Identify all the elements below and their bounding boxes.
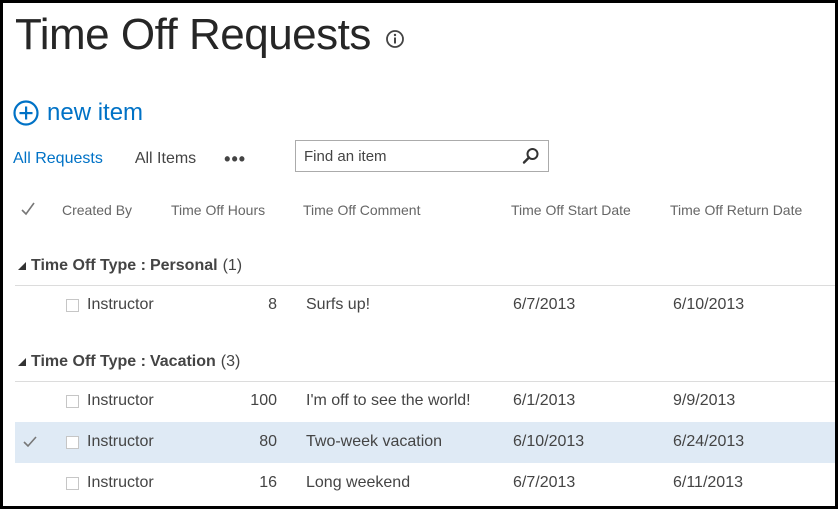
group-value: Vacation: [149, 353, 216, 370]
cell-created-by: Instructor: [87, 392, 154, 409]
cell-comment[interactable]: Long weekend: [306, 474, 410, 492]
page-title: Time Off Requests: [15, 10, 371, 59]
group-count: (1): [222, 257, 243, 274]
view-all-items[interactable]: All Items: [135, 150, 196, 168]
cell-comment[interactable]: Two-week vacation: [306, 433, 442, 451]
list-row[interactable]: Instructor 8 Surfs up! 6/7/2013 6/10/201…: [15, 285, 835, 326]
cell-start-date: 6/7/2013: [513, 296, 576, 313]
group-label: Time Off Type :: [31, 353, 146, 370]
more-views-button[interactable]: •••: [224, 149, 246, 170]
row-selected-checkmark-icon[interactable]: [23, 436, 37, 448]
group-header-personal[interactable]: Time Off Type : Personal (1): [15, 251, 835, 286]
cell-created-by: Instructor: [87, 433, 154, 450]
column-header-time-off-hours[interactable]: Time Off Hours: [171, 202, 265, 218]
new-item-button[interactable]: new item: [13, 98, 143, 128]
search-input[interactable]: [304, 147, 514, 165]
cell-start-date: 6/1/2013: [513, 392, 576, 409]
search-box: [295, 140, 549, 172]
cell-return-date: 6/10/2013: [673, 296, 745, 313]
cell-return-date: 6/11/2013: [673, 474, 743, 491]
triangle-collapse-icon[interactable]: [17, 357, 27, 367]
list-row-selected[interactable]: Instructor 80 Two-week vacation 6/10/201…: [15, 422, 835, 463]
cell-start-date: 6/10/2013: [513, 433, 585, 450]
column-header-return-date[interactable]: Time Off Return Date: [670, 202, 802, 218]
column-header-start-date[interactable]: Time Off Start Date: [511, 202, 631, 218]
select-all-checkmark-icon[interactable]: [21, 199, 35, 219]
triangle-collapse-icon[interactable]: [17, 261, 27, 271]
new-item-label: new item: [47, 99, 144, 126]
search-icon[interactable]: [522, 147, 540, 165]
row-select-checkbox[interactable]: [66, 477, 79, 490]
group-header-vacation[interactable]: Time Off Type : Vacation (3): [15, 347, 835, 382]
column-header-time-off-comment[interactable]: Time Off Comment: [303, 202, 420, 218]
cell-created-by: Instructor: [87, 296, 154, 313]
cell-start-date: 6/7/2013: [513, 474, 576, 491]
list-row[interactable]: Instructor 16 Long weekend 6/7/2013 6/11…: [15, 463, 835, 504]
cell-hours: 80: [259, 433, 277, 450]
cell-comment[interactable]: Surfs up!: [306, 296, 370, 314]
cell-comment[interactable]: I'm off to see the world!: [306, 392, 471, 410]
info-icon[interactable]: [385, 29, 405, 49]
view-all-requests[interactable]: All Requests: [13, 150, 103, 168]
plus-circle-icon: [13, 100, 39, 126]
title-row: Time Off Requests: [15, 9, 405, 61]
row-select-checkbox[interactable]: [66, 299, 79, 312]
row-select-checkbox[interactable]: [66, 395, 79, 408]
cell-created-by: Instructor: [87, 474, 154, 491]
group-value: Personal: [149, 257, 218, 274]
cell-return-date: 9/9/2013: [673, 392, 736, 409]
cell-hours: 16: [259, 474, 277, 491]
column-header-created-by[interactable]: Created By: [62, 202, 132, 218]
list-row[interactable]: Instructor 100 I'm off to see the world!…: [15, 381, 835, 422]
group-count: (3): [220, 353, 241, 370]
cell-hours: 100: [250, 392, 277, 409]
group-label: Time Off Type :: [31, 257, 146, 274]
list-header-row: Created By Time Off Hours Time Off Comme…: [3, 199, 835, 225]
row-select-checkbox[interactable]: [66, 436, 79, 449]
cell-return-date: 6/24/2013: [673, 433, 745, 450]
view-selector: All Requests All Items •••: [13, 147, 246, 171]
cell-hours: 8: [268, 296, 277, 313]
app-frame: Time Off Requests new item All Requests …: [0, 0, 838, 509]
